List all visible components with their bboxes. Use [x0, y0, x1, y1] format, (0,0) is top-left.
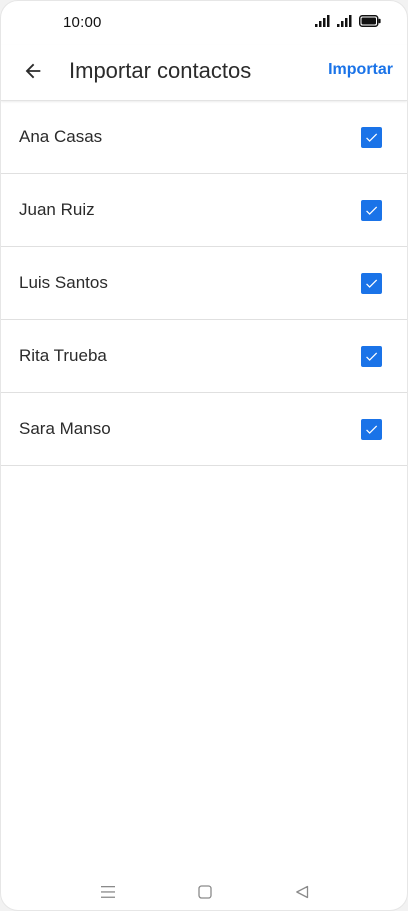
phone-screen: 10:00 Importar contactos Importar Ana Ca… [0, 0, 408, 911]
status-bar: 10:00 [1, 1, 407, 45]
contact-name: Ana Casas [19, 127, 103, 146]
signal-icon [337, 15, 353, 27]
signal-icon [315, 15, 331, 27]
triangle-back-icon [296, 885, 309, 899]
nav-menu-button[interactable] [96, 882, 120, 902]
list-item[interactable]: Luis Santos [1, 247, 407, 320]
app-bar: Importar contactos Importar [1, 45, 407, 101]
list-item[interactable]: Ana Casas [1, 101, 407, 174]
checkmark-icon [366, 352, 378, 361]
checkmark-icon [366, 279, 378, 288]
page-title: Importar contactos [69, 58, 252, 83]
system-nav-bar [1, 882, 407, 910]
battery-icon [359, 15, 381, 27]
contact-name: Rita Trueba [19, 346, 107, 365]
checkmark-icon [366, 206, 378, 215]
import-button[interactable]: Importar [328, 61, 393, 79]
contact-checkbox[interactable] [361, 200, 382, 221]
contact-checkbox[interactable] [361, 273, 382, 294]
status-time: 10:00 [63, 14, 102, 31]
contact-name: Sara Manso [19, 419, 111, 438]
arrow-left-icon [22, 60, 44, 87]
menu-icon [101, 886, 115, 898]
back-button[interactable] [15, 55, 51, 91]
square-icon [198, 885, 212, 899]
checkmark-icon [366, 425, 378, 434]
list-item[interactable]: Rita Trueba [1, 320, 407, 393]
nav-back-button[interactable] [290, 882, 314, 902]
contact-checkbox[interactable] [361, 346, 382, 367]
contact-name: Juan Ruiz [19, 200, 95, 219]
contact-name: Luis Santos [19, 273, 108, 292]
list-item[interactable]: Sara Manso [1, 393, 407, 466]
status-icons [315, 15, 381, 27]
contact-list: Ana Casas Juan Ruiz Luis Santos Rita Tru… [1, 101, 407, 466]
checkmark-icon [366, 133, 378, 142]
list-item[interactable]: Juan Ruiz [1, 174, 407, 247]
contact-checkbox[interactable] [361, 419, 382, 440]
nav-home-button[interactable] [193, 882, 217, 902]
contact-checkbox[interactable] [361, 127, 382, 148]
